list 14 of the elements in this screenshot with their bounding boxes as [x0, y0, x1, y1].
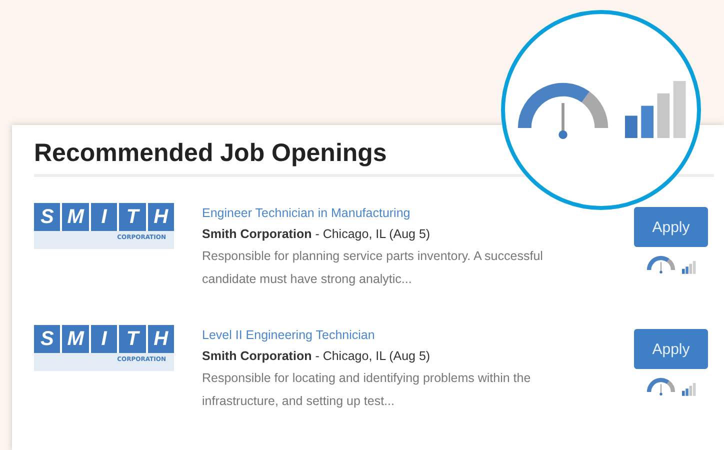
signal-bars-icon — [682, 382, 696, 396]
job-title-link[interactable]: Engineer Technician in Manufacturing — [202, 203, 582, 224]
gauge-icon — [646, 255, 676, 274]
job-title-link[interactable]: Level II Engineering Technician — [202, 325, 582, 346]
company-location: Smith Corporation - Chicago, IL (Aug 5) — [202, 226, 432, 243]
company-location: Smith Corporation - Chicago, IL (Aug 5) — [202, 348, 432, 365]
apply-button[interactable]: Apply — [634, 329, 708, 369]
signal-bars-icon — [682, 260, 696, 274]
gauge-icon — [646, 377, 676, 396]
job-description: Responsible for planning service parts inventory. A successful candidate must have strong analytic... — [202, 248, 544, 288]
job-description: Responsible for locating and identifying problems within the infrastructure, and setting up test... — [202, 370, 532, 410]
signal-bars-icon — [625, 81, 687, 139]
gauge-icon — [515, 80, 611, 140]
apply-button[interactable]: Apply — [634, 207, 708, 247]
